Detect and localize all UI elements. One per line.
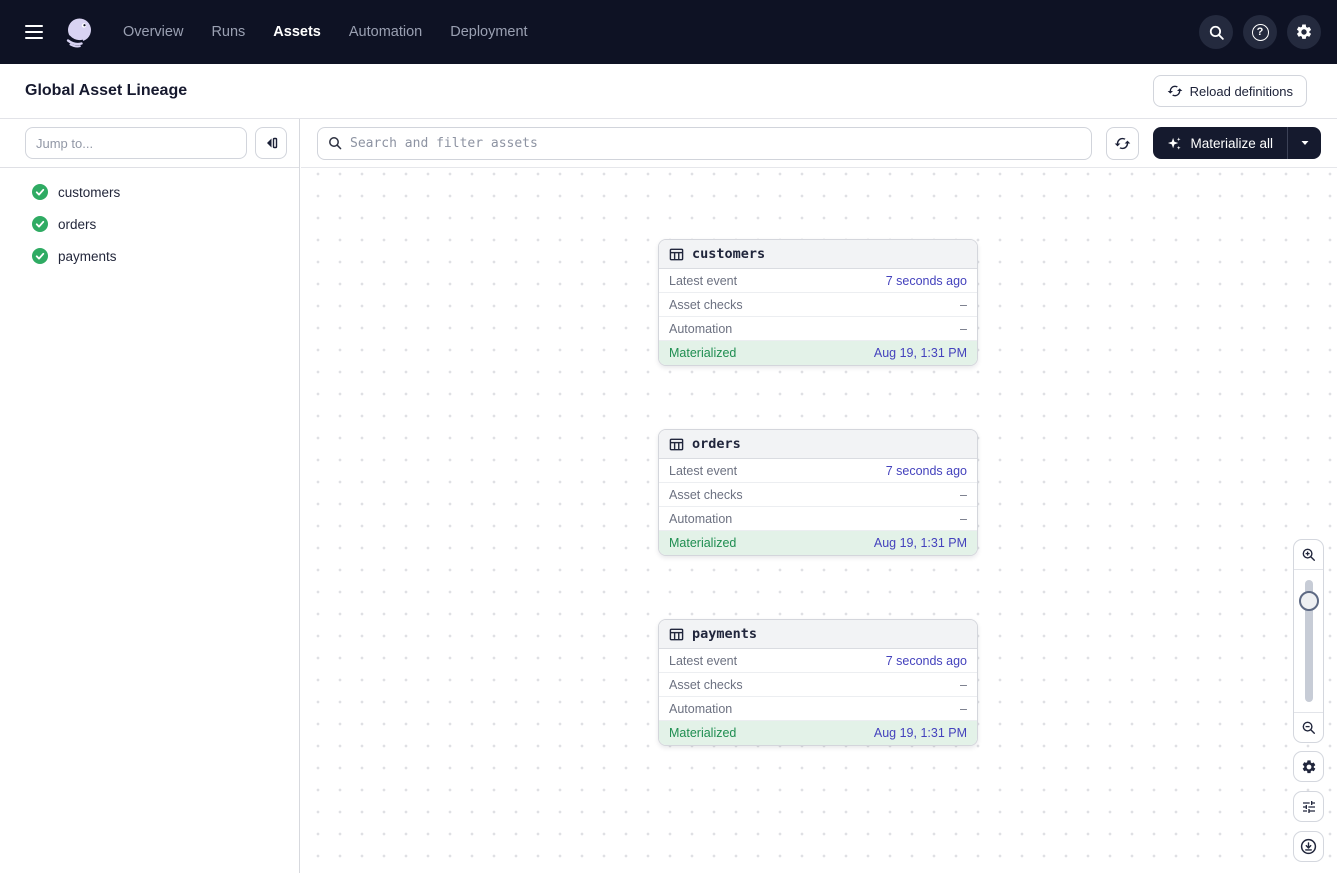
node-status-materialized: Materialized Aug 19, 1:31 PM bbox=[659, 341, 977, 365]
materialized-timestamp-link[interactable]: Aug 19, 1:31 PM bbox=[874, 346, 967, 360]
dagster-logo-icon[interactable] bbox=[62, 15, 96, 49]
materialized-timestamp-link[interactable]: Aug 19, 1:31 PM bbox=[874, 726, 967, 740]
main-nav: Overview Runs Assets Automation Deployme… bbox=[123, 24, 528, 40]
zoom-out-icon[interactable] bbox=[1294, 712, 1323, 742]
page-header: Global Asset Lineage Reload definitions bbox=[0, 64, 1337, 119]
green-check-icon bbox=[32, 184, 48, 200]
refresh-icon[interactable] bbox=[1106, 127, 1139, 160]
node-status-materialized: Materialized Aug 19, 1:31 PM bbox=[659, 721, 977, 745]
node-header: payments bbox=[659, 620, 977, 649]
help-icon[interactable]: ? bbox=[1243, 15, 1277, 49]
lineage-canvas[interactable]: customers Latest event 7 seconds ago Ass… bbox=[301, 169, 1337, 873]
table-grid-icon bbox=[669, 437, 684, 452]
sidebar-toolbar bbox=[0, 119, 299, 168]
reload-definitions-label: Reload definitions bbox=[1190, 84, 1293, 99]
latest-event-link[interactable]: 7 seconds ago bbox=[886, 274, 967, 288]
asset-node-orders[interactable]: orders Latest event 7 seconds ago Asset … bbox=[658, 429, 978, 556]
node-row-automation: Automation – bbox=[659, 507, 977, 531]
reload-icon bbox=[1167, 83, 1183, 99]
materialize-all-label: Materialize all bbox=[1190, 136, 1273, 151]
materialize-dropdown-caret-icon[interactable] bbox=[1287, 127, 1321, 159]
node-header: orders bbox=[659, 430, 977, 459]
latest-event-link[interactable]: 7 seconds ago bbox=[886, 654, 967, 668]
node-row-latest-event: Latest event 7 seconds ago bbox=[659, 459, 977, 483]
node-header: customers bbox=[659, 240, 977, 269]
top-navbar: Overview Runs Assets Automation Deployme… bbox=[0, 0, 1337, 64]
search-icon bbox=[327, 135, 343, 151]
gear-icon[interactable] bbox=[1287, 15, 1321, 49]
node-status-materialized: Materialized Aug 19, 1:31 PM bbox=[659, 531, 977, 555]
hamburger-menu-icon[interactable] bbox=[17, 15, 51, 49]
nav-item-deployment[interactable]: Deployment bbox=[450, 24, 527, 40]
sidebar-item-customers[interactable]: customers bbox=[0, 176, 299, 208]
global-asset-lineage-page: Overview Runs Assets Automation Deployme… bbox=[0, 0, 1337, 873]
page-title: Global Asset Lineage bbox=[25, 82, 187, 100]
sidebar-item-orders[interactable]: orders bbox=[0, 208, 299, 240]
navbar-actions: ? bbox=[1199, 15, 1321, 49]
search-icon[interactable] bbox=[1199, 15, 1233, 49]
latest-event-link[interactable]: 7 seconds ago bbox=[886, 464, 967, 478]
asset-list: customers orders payments bbox=[0, 168, 299, 272]
node-title: orders bbox=[692, 436, 741, 452]
filter-sliders-icon[interactable] bbox=[1293, 791, 1324, 822]
table-grid-icon bbox=[669, 627, 684, 642]
node-title: payments bbox=[692, 626, 757, 642]
sidebar-item-payments[interactable]: payments bbox=[0, 240, 299, 272]
materialize-all-button[interactable]: Materialize all bbox=[1153, 127, 1287, 159]
green-check-icon bbox=[32, 248, 48, 264]
materialized-timestamp-link[interactable]: Aug 19, 1:31 PM bbox=[874, 536, 967, 550]
asset-name: orders bbox=[58, 217, 96, 232]
nav-item-overview[interactable]: Overview bbox=[123, 24, 183, 40]
graph-settings-gear-icon[interactable] bbox=[1293, 751, 1324, 782]
asset-node-payments[interactable]: payments Latest event 7 seconds ago Asse… bbox=[658, 619, 978, 746]
nav-item-assets[interactable]: Assets bbox=[273, 24, 321, 40]
node-row-latest-event: Latest event 7 seconds ago bbox=[659, 269, 977, 293]
asset-node-customers[interactable]: customers Latest event 7 seconds ago Ass… bbox=[658, 239, 978, 366]
download-view-icon[interactable] bbox=[1293, 831, 1324, 862]
node-row-asset-checks: Asset checks – bbox=[659, 483, 977, 507]
nav-item-automation[interactable]: Automation bbox=[349, 24, 422, 40]
asset-name: customers bbox=[58, 185, 120, 200]
node-row-latest-event: Latest event 7 seconds ago bbox=[659, 649, 977, 673]
zoom-slider-handle[interactable] bbox=[1299, 591, 1319, 611]
sparkle-icon bbox=[1167, 136, 1182, 151]
zoom-slider[interactable] bbox=[1294, 570, 1323, 712]
collapse-panel-icon[interactable] bbox=[255, 127, 287, 159]
lineage-main-panel: Materialize all customers Latest event bbox=[301, 119, 1337, 873]
materialize-all-group: Materialize all bbox=[1153, 127, 1321, 159]
asset-sidebar: customers orders payments bbox=[0, 119, 300, 873]
node-title: customers bbox=[692, 246, 765, 262]
node-row-automation: Automation – bbox=[659, 697, 977, 721]
nav-item-runs[interactable]: Runs bbox=[211, 24, 245, 40]
jump-to-input[interactable] bbox=[25, 127, 247, 159]
reload-definitions-button[interactable]: Reload definitions bbox=[1153, 75, 1307, 107]
asset-name: payments bbox=[58, 249, 117, 264]
node-row-automation: Automation – bbox=[659, 317, 977, 341]
table-grid-icon bbox=[669, 247, 684, 262]
green-check-icon bbox=[32, 216, 48, 232]
node-row-asset-checks: Asset checks – bbox=[659, 293, 977, 317]
lineage-toolbar: Materialize all bbox=[301, 119, 1337, 168]
node-row-asset-checks: Asset checks – bbox=[659, 673, 977, 697]
zoom-controls bbox=[1293, 539, 1324, 743]
zoom-in-icon[interactable] bbox=[1294, 540, 1323, 570]
search-assets-input[interactable] bbox=[317, 127, 1092, 160]
asset-search bbox=[317, 127, 1092, 160]
